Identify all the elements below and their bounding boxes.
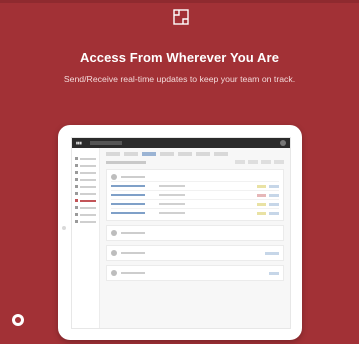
window-icon (173, 9, 189, 25)
top-strip (0, 0, 359, 3)
app-logo: ▮▮▮ (76, 141, 82, 145)
tablet-camera (62, 226, 66, 230)
task-row (111, 208, 279, 217)
app-search-bar (89, 141, 122, 145)
sidebar-item-active (75, 198, 96, 203)
sidebar-item (75, 219, 96, 224)
task-group (106, 245, 284, 261)
chat-launcher-icon (15, 317, 21, 323)
app-sidebar (72, 148, 100, 328)
sidebar-item (75, 184, 96, 189)
app-avatar (280, 140, 286, 146)
task-group (106, 225, 284, 241)
task-group (106, 265, 284, 281)
sidebar-item (75, 156, 96, 161)
app-toolbar (106, 160, 284, 164)
task-group (106, 169, 284, 221)
app-main (100, 148, 290, 328)
page-title: Access From Wherever You Are (79, 50, 280, 65)
app-tabs (106, 152, 284, 156)
sidebar-item (75, 170, 96, 175)
sidebar-item (75, 212, 96, 217)
tablet-mockup: ▮▮▮ (58, 125, 302, 340)
sidebar-item (75, 177, 96, 182)
page-subtitle: Send/Receive real-time updates to keep y… (63, 74, 296, 84)
chat-launcher-button[interactable] (12, 314, 24, 326)
tablet-screen: ▮▮▮ (71, 137, 291, 329)
app-body (72, 148, 290, 328)
app-topbar: ▮▮▮ (72, 138, 290, 148)
sidebar-item (75, 163, 96, 168)
task-row (111, 199, 279, 208)
task-row (111, 190, 279, 199)
sidebar-item (75, 191, 96, 196)
sidebar-item (75, 205, 96, 210)
task-row (111, 181, 279, 190)
